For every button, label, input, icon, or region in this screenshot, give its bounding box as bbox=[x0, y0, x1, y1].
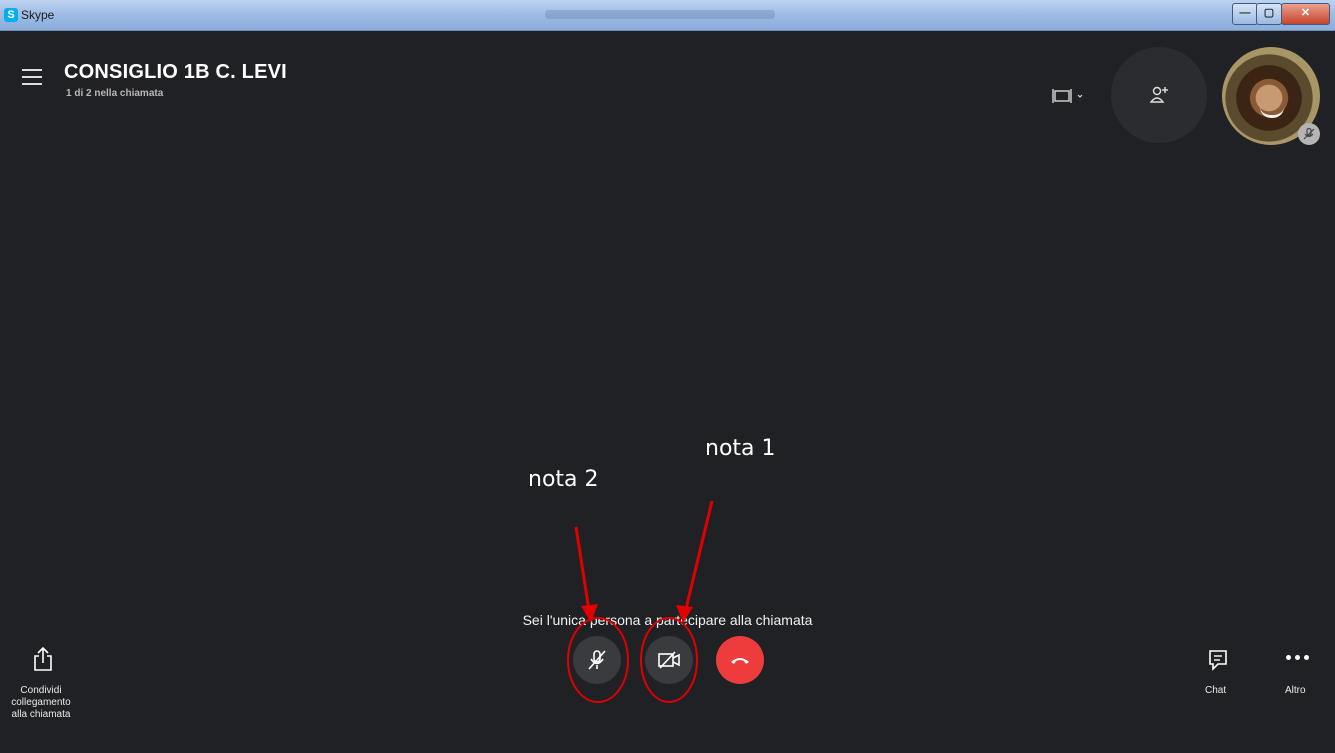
window-title: Skype bbox=[21, 8, 55, 22]
annotation-circle-mic bbox=[567, 617, 629, 703]
annotation-arrow-2 bbox=[574, 526, 592, 618]
call-window: CONSIGLIO 1B C. LEVI 1 di 2 nella chiama… bbox=[0, 31, 1335, 753]
blurred-window-title bbox=[545, 10, 775, 19]
close-button[interactable]: ✕ bbox=[1281, 3, 1330, 25]
annotation-note-2: nota 2 bbox=[528, 467, 599, 492]
annotation-overlay bbox=[567, 500, 714, 703]
minimize-button[interactable]: — bbox=[1232, 3, 1258, 25]
annotation-circle-video bbox=[640, 617, 698, 703]
annotation-note-1: nota 1 bbox=[705, 436, 776, 461]
window-titlebar: S Skype — ▢ ✕ bbox=[0, 0, 1335, 31]
maximize-button[interactable]: ▢ bbox=[1256, 3, 1282, 25]
skype-logo-icon: S bbox=[4, 8, 18, 22]
annotation-arrow-1 bbox=[682, 500, 714, 618]
